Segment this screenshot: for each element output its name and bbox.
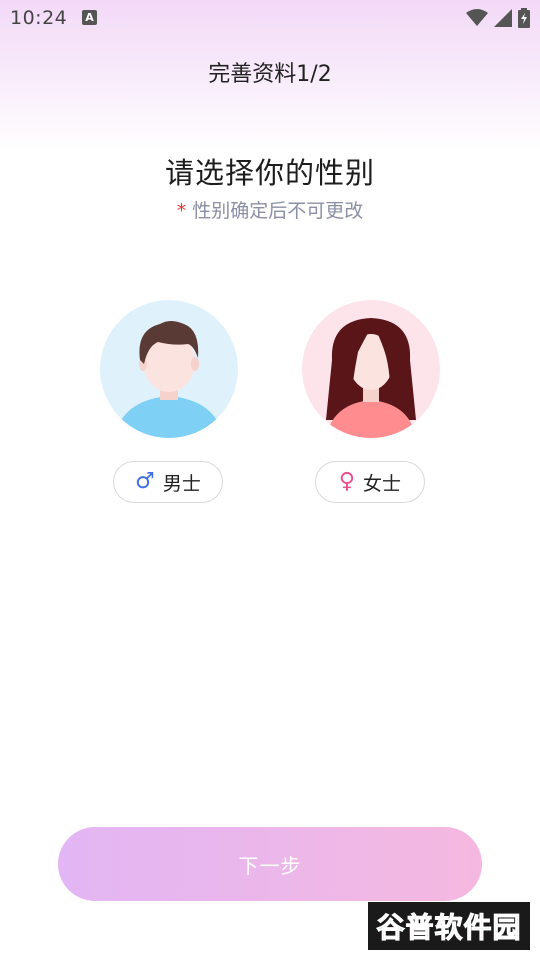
warning-text: 性别确定后不可更改 xyxy=(192,200,364,222)
status-icons xyxy=(466,8,530,28)
page-title: 完善资料1/2 xyxy=(208,62,332,87)
gender-warning-note: * 性别确定后不可更改 xyxy=(0,196,540,223)
next-step-button[interactable]: 下一步 xyxy=(58,827,482,901)
female-symbol-icon: ♀ xyxy=(338,469,356,494)
wifi-icon xyxy=(466,9,488,26)
female-label: 女士 xyxy=(363,472,402,495)
required-asterisk: * xyxy=(176,200,187,222)
watermark-logo: 谷普软件园 xyxy=(368,902,530,950)
female-avatar[interactable] xyxy=(302,300,440,438)
status-time: 10:24 xyxy=(10,7,68,29)
battery-icon xyxy=(518,8,530,28)
male-avatar[interactable] xyxy=(100,300,238,438)
male-symbol-icon: ♂ xyxy=(135,469,155,494)
male-select-button[interactable]: ♂ 男士 xyxy=(113,461,223,503)
gender-option-female[interactable]: ♀ 女士 xyxy=(302,300,442,510)
status-bar: 10:24 A xyxy=(0,0,540,36)
gender-prompt-heading: 请选择你的性别 xyxy=(164,156,375,190)
notification-a-icon: A xyxy=(82,10,97,25)
male-label: 男士 xyxy=(162,472,201,495)
gender-option-male[interactable]: ♂ 男士 xyxy=(100,300,240,510)
female-select-button[interactable]: ♀ 女士 xyxy=(315,461,425,503)
cell-signal-icon xyxy=(494,9,512,27)
watermark-text: 谷普软件园 xyxy=(376,911,522,945)
